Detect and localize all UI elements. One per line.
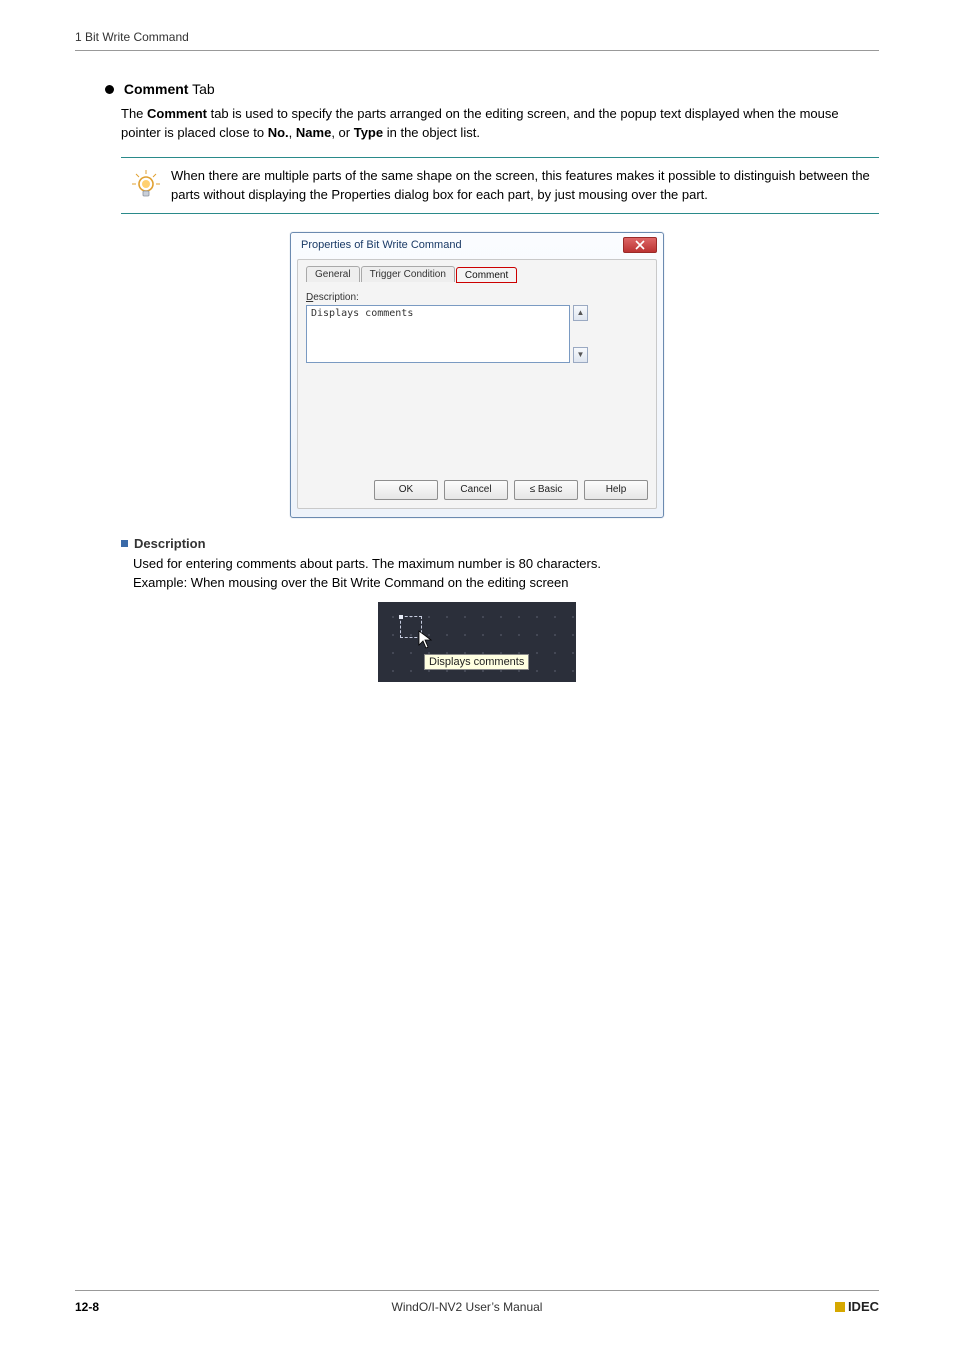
tip-callout: When there are multiple parts of the sam…: [121, 157, 879, 214]
textarea-spinner: ▲ ▼: [573, 305, 588, 363]
round-bullet-icon: [105, 85, 114, 94]
manual-title: WindO/I-NV2 User’s Manual: [99, 1300, 835, 1314]
square-bullet-icon: [121, 540, 128, 547]
logo-square-icon: [835, 1302, 845, 1312]
description-line2: Example: When mousing over the Bit Write…: [133, 574, 879, 593]
cursor-icon: [418, 630, 434, 655]
cancel-button[interactable]: Cancel: [444, 480, 508, 500]
dialog-tabs: General Trigger Condition Comment: [306, 266, 648, 282]
spin-up-button[interactable]: ▲: [573, 305, 588, 321]
spin-down-button[interactable]: ▼: [573, 347, 588, 363]
description-heading: Description: [121, 536, 879, 551]
help-button[interactable]: Help: [584, 480, 648, 500]
dialog-title: Properties of Bit Write Command: [301, 239, 462, 251]
tip-text: When there are multiple parts of the sam…: [171, 166, 879, 205]
ok-button[interactable]: OK: [374, 480, 438, 500]
section-intro: The Comment tab is used to specify the p…: [121, 105, 879, 143]
page-number: 12-8: [75, 1300, 99, 1314]
editor-preview: Displays comments: [378, 602, 576, 682]
basic-button[interactable]: ≤ Basic: [514, 480, 578, 500]
description-label: Description:: [306, 292, 648, 303]
brand-text: IDEC: [848, 1299, 879, 1314]
tab-general[interactable]: General: [306, 266, 360, 282]
description-textarea[interactable]: [306, 305, 570, 363]
brand-logo: IDEC: [835, 1299, 879, 1314]
properties-dialog: Properties of Bit Write Command General …: [290, 232, 664, 518]
section-title-strong: Comment: [124, 81, 189, 97]
lightbulb-icon: [121, 166, 171, 202]
tab-comment[interactable]: Comment: [456, 267, 517, 283]
page-header: 1 Bit Write Command: [75, 30, 879, 51]
section-title-rest: Tab: [188, 81, 214, 97]
tooltip-label: Displays comments: [424, 654, 529, 670]
close-button[interactable]: [623, 237, 657, 253]
description-line1: Used for entering comments about parts. …: [133, 555, 879, 574]
page-footer: 12-8 WindO/I-NV2 User’s Manual IDEC: [75, 1290, 879, 1314]
section-title: Comment Tab: [105, 81, 879, 97]
tab-trigger-condition[interactable]: Trigger Condition: [361, 266, 455, 282]
editor-grid: [378, 602, 576, 682]
close-icon: [635, 240, 645, 250]
